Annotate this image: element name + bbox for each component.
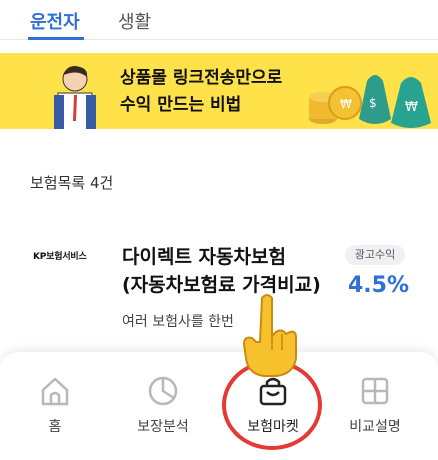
provider-logo: KP보험서비스	[33, 252, 87, 262]
ad-revenue-badge: 광고수익	[345, 245, 405, 265]
revenue-rate: 4.5%	[348, 273, 410, 298]
product-description: 여러 보험사를 한번	[122, 314, 234, 330]
pie-chart-icon	[148, 376, 178, 406]
home-icon	[41, 377, 69, 406]
banner-headline: 상품몰 링크전송만으로 수익 만드는 비법	[120, 65, 282, 119]
insurance-list-count: 보험목록 4건	[30, 174, 114, 192]
active-tab-indicator	[28, 37, 84, 40]
money-bags-illustration: ₩ $ ₩	[309, 75, 431, 128]
nav-comparison[interactable]: 비교설명	[330, 374, 420, 436]
banner-line-2: 수익 만드는 비법	[120, 95, 242, 115]
bottom-navigation: 홈 보장분석 보험마켓 비교설명	[0, 352, 438, 460]
banner-line-1: 상품몰 링크전송만으로	[120, 68, 283, 88]
nav-home[interactable]: 홈	[10, 374, 100, 436]
tab-driver[interactable]: 운전자	[30, 8, 80, 34]
tab-life[interactable]: 생활	[118, 8, 151, 34]
product-name: 다이렉트 자동차보험 (자동차보험료 가격비교)	[122, 243, 321, 299]
insurance-list-item[interactable]: KP보험서비스 다이렉트 자동차보험 (자동차보험료 가격비교) 광고수익 4.…	[0, 235, 438, 345]
nav-coverage-label: 보장분석	[137, 419, 189, 435]
nav-compare-label: 비교설명	[349, 419, 401, 435]
businessman-illustration	[54, 66, 96, 129]
pointing-hand-icon	[243, 294, 297, 377]
svg-text:₩: ₩	[340, 97, 352, 111]
promo-banner[interactable]: 상품몰 링크전송만으로 수익 만드는 비법 ₩ $ ₩	[0, 53, 438, 129]
svg-text:₩: ₩	[405, 100, 418, 115]
svg-text:$: $	[369, 96, 377, 110]
top-tab-bar: 운전자 생활	[0, 0, 438, 40]
nav-coverage-analysis[interactable]: 보장분석	[118, 374, 208, 436]
product-name-line-1: 다이렉트 자동차보험	[122, 246, 286, 268]
nav-home-label: 홈	[48, 419, 62, 435]
grid-icon	[361, 377, 389, 405]
